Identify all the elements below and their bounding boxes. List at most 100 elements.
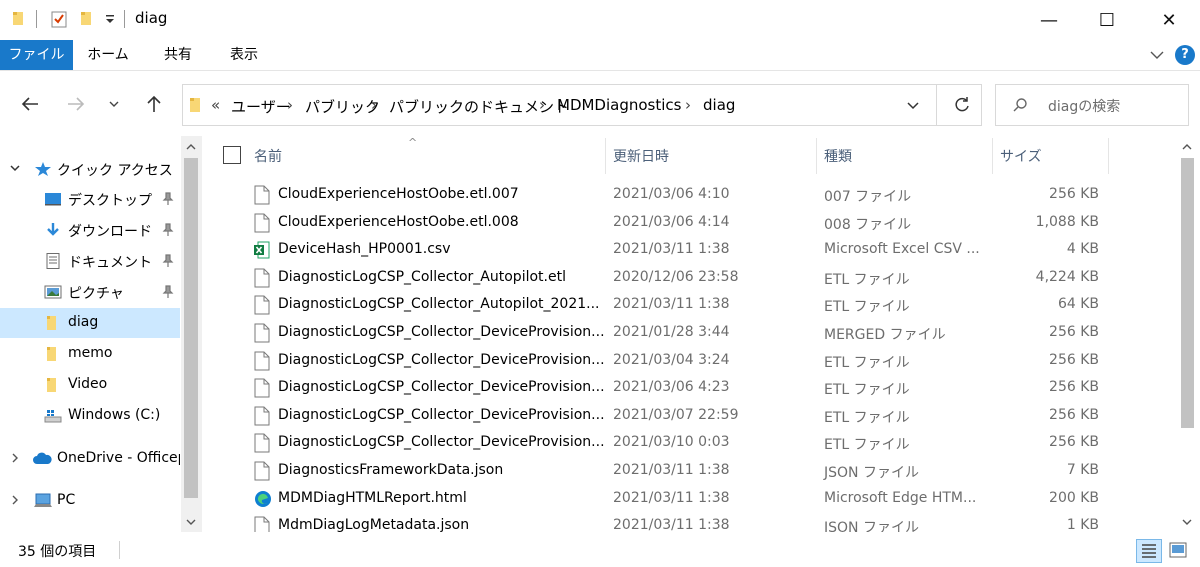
scroll-down-icon[interactable]	[1181, 516, 1193, 528]
breadcrumb-separator-icon[interactable]: ›	[287, 96, 293, 114]
scrollbar-thumb[interactable]	[184, 158, 198, 498]
pin-icon[interactable]	[162, 285, 174, 299]
file-row[interactable]: DiagnosticLogCSP_Collector_Autopilot_202…	[202, 291, 1177, 319]
column-header-type[interactable]: 種類	[824, 146, 852, 166]
file-date: 2021/03/11 1:38	[613, 489, 730, 506]
title-separator	[36, 10, 37, 28]
refresh-icon[interactable]	[951, 94, 973, 116]
column-header-date[interactable]: 更新日時	[613, 146, 669, 166]
sidebar-item-label: クイック アクセス	[57, 163, 173, 179]
file-row[interactable]: CloudExperienceHostOobe.etl.007 2021/03/0…	[202, 181, 1177, 209]
sidebar-item-quick-access[interactable]: クイック アクセス	[0, 154, 180, 184]
expand-ribbon-icon[interactable]	[1148, 46, 1166, 64]
file-date: 2021/01/28 3:44	[613, 324, 730, 340]
new-folder-icon[interactable]	[80, 10, 94, 30]
breadcrumb-overflow[interactable]: «	[211, 96, 220, 114]
help-icon[interactable]: ?	[1175, 45, 1195, 65]
sidebar-item-pc[interactable]: PC	[0, 486, 180, 516]
file-row[interactable]: CloudExperienceHostOobe.etl.008 2021/03/0…	[202, 209, 1177, 237]
scrollbar-thumb[interactable]	[1181, 158, 1194, 428]
breadcrumb-users[interactable]: ユーザー	[231, 96, 291, 117]
file-date: 2021/03/11 1:38	[613, 462, 730, 478]
file-icon	[254, 213, 270, 233]
sidebar-item-label: ドキュメント	[68, 255, 152, 271]
tab-view[interactable]: 表示	[214, 40, 274, 70]
file-date: 2021/03/11 1:38	[613, 241, 730, 258]
column-divider[interactable]	[1108, 138, 1109, 174]
sidebar-item-desktop[interactable]: デスクトップ	[0, 184, 180, 214]
up-arrow-icon[interactable]	[142, 93, 166, 115]
file-row[interactable]: MDMDiagHTMLReport.html 2021/03/11 1:38 Mic…	[202, 485, 1177, 513]
file-icon	[254, 378, 270, 398]
search-input[interactable]: diagの検索	[1048, 96, 1120, 116]
properties-icon[interactable]	[50, 10, 68, 32]
file-row[interactable]: DiagnosticLogCSP_Collector_DeviceProvisi…	[202, 429, 1177, 457]
chevron-right-icon[interactable]	[8, 451, 22, 465]
file-size: 256 KB	[1049, 351, 1099, 368]
sidebar-scrollbar[interactable]	[181, 136, 202, 532]
column-header-name[interactable]: 名前	[254, 146, 282, 166]
tab-file[interactable]: ファイル	[0, 40, 73, 70]
file-size: 4 KB	[1066, 241, 1099, 258]
back-arrow-icon[interactable]	[18, 93, 42, 115]
file-row[interactable]: MdmDiagLogMetadata.json 2021/03/11 1:38 JS…	[202, 512, 1177, 532]
star-icon	[34, 161, 52, 177]
sidebar-item-pictures[interactable]: ピクチャ	[0, 277, 180, 307]
breadcrumb-public[interactable]: パブリック	[305, 96, 380, 117]
search-box[interactable]: diagの検索	[995, 84, 1189, 126]
large-icons-view-icon[interactable]	[1166, 539, 1192, 563]
sidebar-item-video[interactable]: Video	[0, 370, 180, 400]
file-row[interactable]: DiagnosticLogCSP_Collector_DeviceProvisi…	[202, 319, 1177, 347]
breadcrumb-separator-icon[interactable]: ›	[685, 96, 691, 114]
sidebar-item-diag[interactable]: diag	[0, 308, 180, 338]
pin-icon[interactable]	[162, 223, 174, 237]
title-bar: diag — ☐ ✕	[0, 0, 1200, 40]
tab-share[interactable]: 共有	[150, 40, 206, 70]
file-row[interactable]: DiagnosticLogCSP_Collector_DeviceProvisi…	[202, 374, 1177, 402]
file-row[interactable]: DiagnosticLogCSP_Collector_DeviceProvisi…	[202, 347, 1177, 375]
scroll-up-icon[interactable]	[1181, 141, 1193, 153]
file-size: 256 KB	[1049, 434, 1099, 451]
address-bar[interactable]: « ユーザー › パブリック › パブリックのドキュメント › MDMDiagn…	[182, 84, 982, 126]
breadcrumb-separator-icon[interactable]: ›	[371, 96, 377, 114]
sidebar-item-onedrive[interactable]: OneDrive - Officep	[0, 444, 180, 474]
close-button[interactable]: ✕	[1146, 0, 1192, 40]
file-type: MERGED ファイル	[824, 327, 946, 343]
customize-toolbar-icon[interactable]	[104, 12, 116, 30]
file-date: 2021/03/04 3:24	[613, 351, 730, 368]
sidebar-item-documents[interactable]: ドキュメント	[0, 246, 180, 276]
column-divider[interactable]	[992, 138, 993, 174]
column-divider[interactable]	[605, 138, 606, 174]
minimize-button[interactable]: —	[1026, 0, 1072, 40]
file-row[interactable]: DiagnosticsFrameworkData.json 2021/03/11 …	[202, 457, 1177, 485]
scroll-down-icon[interactable]	[185, 516, 197, 528]
column-header-size[interactable]: サイズ	[1000, 146, 1042, 166]
chevron-right-icon[interactable]	[8, 493, 22, 507]
pin-icon[interactable]	[162, 254, 174, 268]
chevron-down-icon[interactable]	[8, 161, 22, 175]
select-all-checkbox[interactable]	[223, 146, 241, 164]
maximize-button[interactable]: ☐	[1084, 0, 1130, 40]
recent-locations-icon[interactable]	[102, 93, 126, 115]
file-row[interactable]: DiagnosticLogCSP_Collector_Autopilot.etl…	[202, 264, 1177, 292]
document-icon	[44, 253, 62, 269]
tab-home[interactable]: ホーム	[78, 40, 138, 70]
file-row[interactable]: DiagnosticLogCSP_Collector_DeviceProvisi…	[202, 402, 1177, 430]
sidebar-item-memo[interactable]: memo	[0, 339, 180, 369]
breadcrumb-separator-icon[interactable]: ›	[539, 96, 545, 114]
forward-arrow-icon[interactable]	[64, 93, 88, 115]
column-divider[interactable]	[816, 138, 817, 174]
breadcrumb-diag[interactable]: diag	[703, 96, 735, 114]
file-type: Microsoft Edge HTM...	[824, 489, 977, 506]
file-name: DiagnosticsFrameworkData.json	[278, 462, 504, 478]
scroll-up-icon[interactable]	[185, 141, 197, 153]
file-list-scrollbar[interactable]	[1177, 136, 1199, 532]
breadcrumb-mdmdiagnostics[interactable]: MDMDiagnostics	[557, 96, 681, 114]
pin-icon[interactable]	[162, 192, 174, 206]
details-view-icon[interactable]	[1136, 539, 1162, 563]
address-dropdown-icon[interactable]	[905, 97, 921, 113]
folder-icon	[12, 10, 26, 30]
sidebar-item-windows-c[interactable]: Windows (C:)	[0, 401, 180, 431]
sidebar-item-downloads[interactable]: ダウンロード	[0, 215, 180, 245]
file-row[interactable]: DeviceHash_HP0001.csv 2021/03/11 1:38 Micr…	[202, 236, 1177, 264]
